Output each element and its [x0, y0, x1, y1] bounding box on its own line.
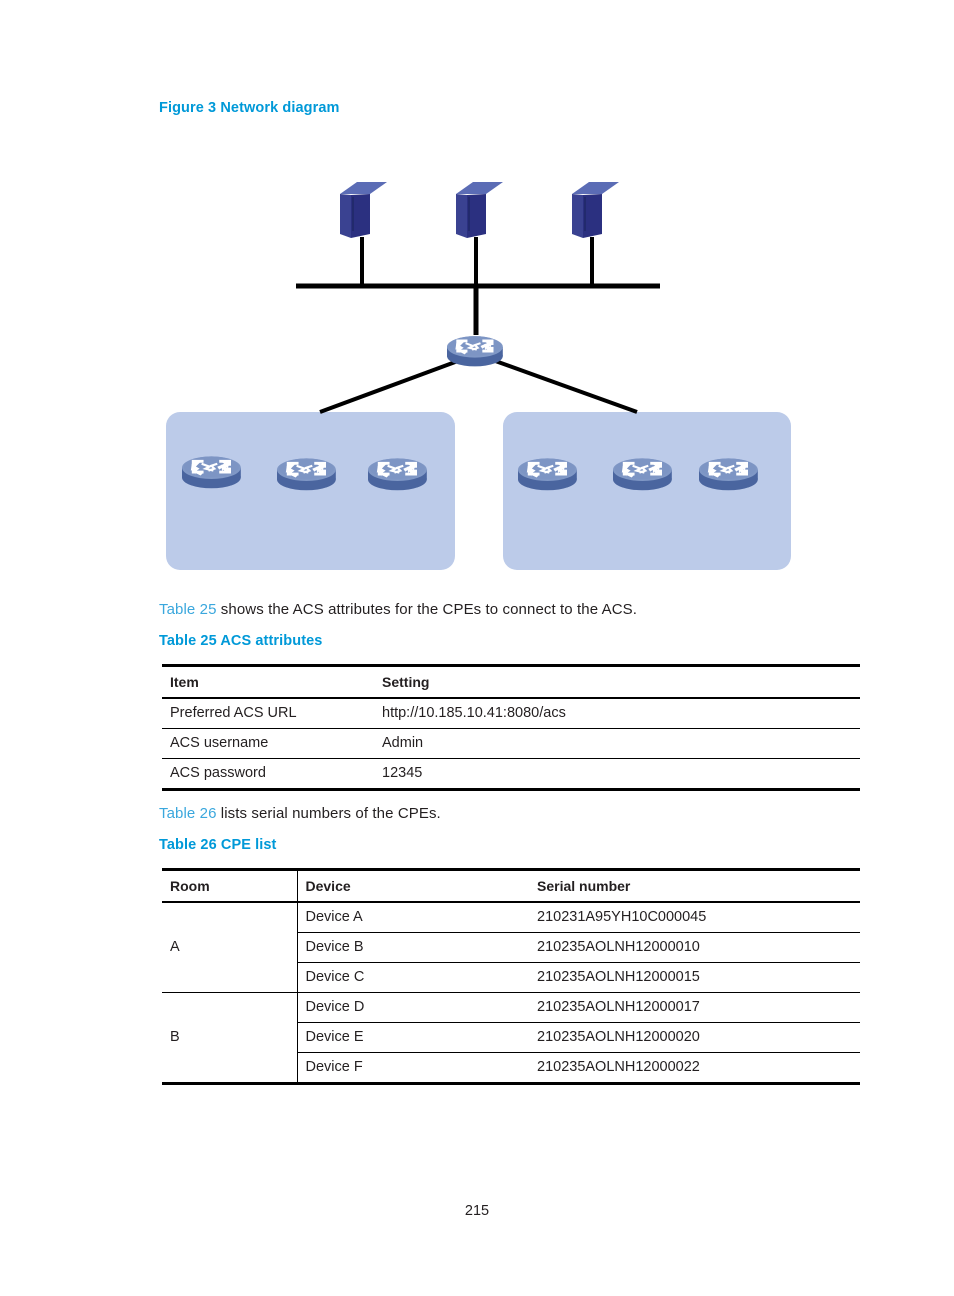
router-icon-a3	[366, 457, 428, 492]
table-row: A Device A 210231A95YH10C000045	[162, 902, 860, 993]
column-header-item: Item	[162, 664, 374, 699]
server-icon-3	[572, 182, 619, 238]
cell-setting: http://10.185.10.41:8080/acs	[374, 698, 860, 729]
cell-setting: 12345	[374, 758, 860, 791]
server-icon-2	[456, 182, 503, 238]
table-cpe-list: Room Device Serial number A Device A 210…	[162, 868, 860, 1085]
router-icon-b2	[611, 457, 673, 492]
router-icon-a1	[180, 455, 242, 490]
cell-item: ACS username	[162, 728, 374, 759]
cell-serial: 210235AOLNH12000020	[529, 1022, 860, 1053]
cell-room: A	[162, 902, 298, 993]
column-header-room: Room	[162, 868, 298, 903]
cell-device: Device F	[297, 1052, 529, 1085]
cell-serial: 210235AOLNH12000010	[529, 932, 860, 963]
paragraph-table26-text: lists serial numbers of the CPEs.	[216, 805, 441, 822]
paragraph-table25-intro: Table 25 shows the ACS attributes for th…	[159, 601, 637, 618]
cell-serial: 210231A95YH10C000045	[529, 902, 860, 933]
network-diagram	[0, 140, 954, 590]
core-router-icon	[445, 335, 504, 368]
cell-item: ACS password	[162, 758, 374, 791]
cell-room: B	[162, 992, 298, 1085]
table-acs-attributes: Item Setting Preferred ACS URL http://10…	[162, 664, 860, 791]
router-icon-a2	[275, 457, 337, 492]
router-icon-b3	[697, 457, 759, 492]
column-header-device: Device	[297, 868, 529, 903]
cell-device: Device D	[297, 992, 529, 1023]
table-row: B Device D 210235AOLNH12000017	[162, 992, 860, 1085]
document-page: Figure 3 Network diagram Table 25 shows …	[0, 0, 954, 1296]
table26-crossref-link[interactable]: Table 26	[159, 805, 217, 822]
table25-crossref-link[interactable]: Table 25	[159, 601, 217, 618]
room-group-box-right	[503, 412, 791, 570]
paragraph-table25-text: shows the ACS attributes for the CPEs to…	[216, 601, 637, 618]
cell-device: Device B	[297, 932, 529, 963]
table-header-row: Item Setting	[162, 664, 860, 699]
server-icon-1	[340, 182, 387, 238]
column-header-serial-number: Serial number	[529, 868, 860, 903]
table-row: ACS username Admin	[162, 728, 860, 759]
cell-setting: Admin	[374, 728, 860, 759]
cell-device: Device C	[297, 962, 529, 993]
page-number: 215	[464, 1203, 490, 1219]
cell-serial: 210235AOLNH12000017	[529, 992, 860, 1023]
figure-caption: Figure 3 Network diagram	[159, 100, 340, 116]
cell-device: Device E	[297, 1022, 529, 1053]
table-row: Preferred ACS URL http://10.185.10.41:80…	[162, 698, 860, 729]
cell-serial: 210235AOLNH12000022	[529, 1052, 860, 1085]
table26-caption: Table 26 CPE list	[159, 837, 277, 853]
table25-caption: Table 25 ACS attributes	[159, 633, 323, 649]
column-header-setting: Setting	[374, 664, 860, 699]
room-group-box-left	[166, 412, 455, 570]
table-header-row: Room Device Serial number	[162, 868, 860, 903]
paragraph-table26-intro: Table 26 lists serial numbers of the CPE…	[159, 805, 441, 822]
cell-serial: 210235AOLNH12000015	[529, 962, 860, 993]
table-row: ACS password 12345	[162, 758, 860, 791]
cell-item: Preferred ACS URL	[162, 698, 374, 729]
cell-device: Device A	[297, 902, 529, 933]
router-icon-b1	[516, 457, 578, 492]
